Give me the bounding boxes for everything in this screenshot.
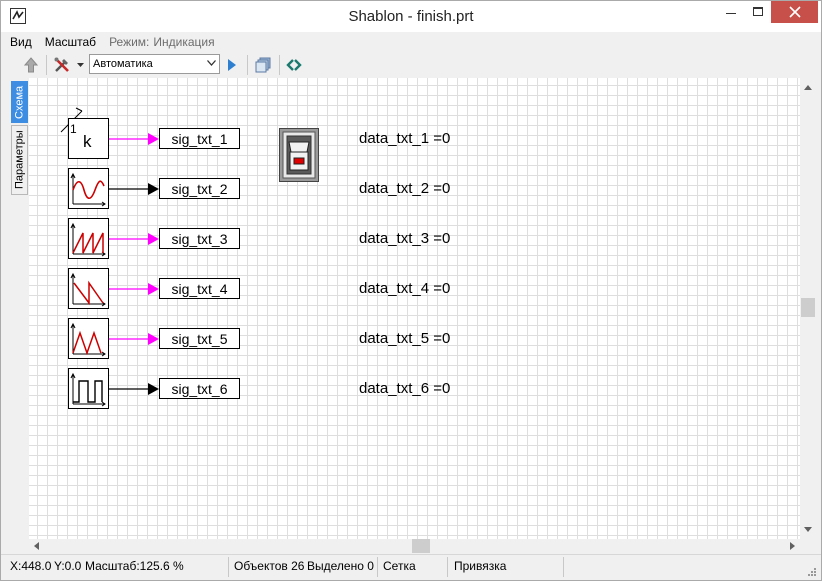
status-x: X:448.0	[10, 559, 52, 573]
status-separator	[228, 557, 229, 577]
status-snap[interactable]: Привязка	[454, 559, 506, 573]
status-selected: Выделено 0	[307, 559, 374, 573]
close-icon	[788, 6, 801, 18]
horizontal-scrollbar[interactable]	[29, 539, 800, 553]
minimize-button[interactable]	[717, 1, 745, 23]
maximize-button[interactable]	[745, 1, 771, 23]
sawtooth-falling-icon	[70, 272, 106, 307]
triangle-generator-block[interactable]	[68, 318, 109, 359]
signal-label[interactable]: sig_txt_3	[159, 228, 240, 249]
sawtooth-rising-block[interactable]	[68, 218, 109, 259]
menu-view[interactable]: Вид	[10, 35, 32, 49]
status-separator	[377, 557, 378, 577]
mode-label: Режим:	[109, 35, 150, 49]
side-tabs: Схема Параметры	[1, 78, 29, 553]
mode-select-value: Автоматика	[93, 58, 153, 70]
up-button[interactable]	[21, 55, 41, 75]
data-line: data_txt_6 =0	[359, 380, 451, 397]
data-line: data_txt_3 =0	[359, 230, 451, 247]
status-bar: X:448.0 Y:0.0 Масштаб:125.6 % Объектов 2…	[1, 554, 821, 580]
signal-label[interactable]: sig_txt_2	[159, 178, 240, 199]
wire-arrow-icon	[148, 133, 159, 145]
resize-grip-icon[interactable]	[807, 567, 817, 577]
sawtooth-rising-icon	[70, 222, 106, 257]
mode-value: Индикация	[153, 35, 215, 49]
play-icon	[228, 59, 236, 71]
sine-generator-block[interactable]	[68, 168, 109, 209]
signal-label[interactable]: sig_txt_6	[159, 378, 240, 399]
toggle-switch[interactable]	[279, 128, 319, 182]
scroll-down-icon[interactable]	[803, 524, 813, 534]
scroll-up-icon[interactable]	[803, 82, 813, 92]
tab-params[interactable]: Параметры	[11, 125, 28, 195]
menu-scale[interactable]: Масштаб	[45, 35, 96, 49]
chevron-down-icon	[76, 63, 84, 67]
arrow-up-icon	[24, 57, 38, 73]
status-objects: Объектов 26	[234, 559, 305, 573]
toolbar-separator	[247, 55, 248, 75]
wire-arrow-icon	[148, 233, 159, 245]
wire-arrow-icon	[148, 333, 159, 345]
minimize-icon	[726, 13, 736, 14]
app-window: Shablon - finish.prt Вид Масштаб Режим: …	[0, 0, 822, 581]
counter-block[interactable]: 1 k	[68, 118, 109, 159]
sync-icon	[286, 59, 302, 71]
window-title: Shablon - finish.prt	[348, 8, 474, 25]
status-scale: Масштаб:125.6 %	[85, 559, 184, 573]
maximize-icon	[753, 7, 763, 16]
close-button[interactable]	[771, 1, 818, 23]
status-y: Y:0.0	[54, 559, 82, 573]
counter-preset: 1	[70, 122, 77, 136]
run-button[interactable]	[223, 55, 241, 75]
wire-arrow-icon	[148, 383, 159, 395]
signal-label[interactable]: sig_txt_1	[159, 128, 240, 149]
menu-bar: Вид Масштаб Режим: Индикация	[1, 32, 821, 52]
toolbar-separator	[46, 55, 47, 75]
status-grid[interactable]: Сетка	[383, 559, 416, 573]
vertical-scroll-thumb[interactable]	[801, 298, 815, 317]
signal-label[interactable]: sig_txt_5	[159, 328, 240, 349]
tab-scheme[interactable]: Схема	[11, 81, 28, 123]
data-line: data_txt_1 =0	[359, 130, 451, 147]
toolbar-separator	[279, 55, 280, 75]
sine-wave-icon	[70, 172, 106, 207]
scheme-canvas[interactable]: 1 k sig_txt_1 sig_txt_2 sig_txt_3 sig_tx…	[29, 78, 800, 539]
tools-dropdown-button[interactable]	[75, 55, 85, 75]
switch-icon	[279, 128, 319, 182]
mode-select[interactable]: Автоматика	[89, 54, 220, 74]
layers-button[interactable]	[252, 55, 274, 75]
data-line: data_txt_2 =0	[359, 180, 451, 197]
vertical-scrollbar[interactable]	[800, 78, 817, 539]
sawtooth-falling-block[interactable]	[68, 268, 109, 309]
tools-button[interactable]	[51, 55, 73, 75]
wire-arrow-icon	[148, 183, 159, 195]
data-line: data_txt_4 =0	[359, 280, 451, 297]
title-bar: Shablon - finish.prt	[1, 1, 821, 32]
scroll-right-icon[interactable]	[787, 541, 797, 551]
data-line: data_txt_5 =0	[359, 330, 451, 347]
layers-icon	[255, 57, 271, 73]
wire-arrow-icon	[148, 283, 159, 295]
status-separator	[447, 557, 448, 577]
sync-button[interactable]	[283, 55, 305, 75]
triangle-wave-icon	[70, 322, 106, 357]
status-separator	[563, 557, 564, 577]
tools-icon	[54, 57, 69, 72]
square-wave-icon	[70, 372, 106, 407]
counter-symbol: k	[83, 132, 92, 151]
horizontal-scroll-thumb[interactable]	[412, 539, 430, 553]
signal-label[interactable]: sig_txt_4	[159, 278, 240, 299]
square-generator-block[interactable]	[68, 368, 109, 409]
scroll-left-icon[interactable]	[31, 541, 41, 551]
wires-layer	[60, 107, 159, 395]
chevron-down-icon	[207, 60, 216, 66]
